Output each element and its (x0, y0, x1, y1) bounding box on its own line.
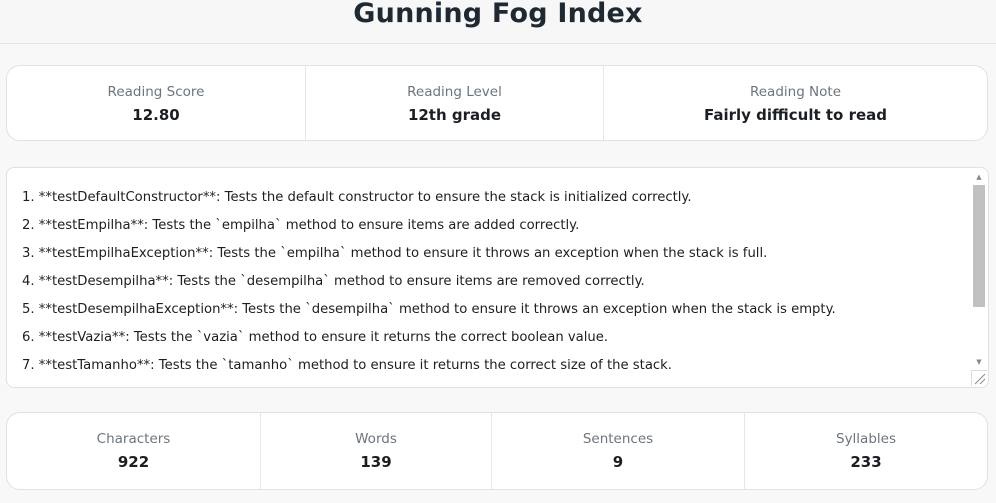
text-stats-card: Characters 922 Words 139 Sentences 9 Syl… (6, 412, 988, 490)
reading-score-cell: Reading Score 12.80 (7, 66, 306, 140)
scroll-down-icon[interactable]: ▼ (971, 355, 987, 369)
scrollbar-thumb[interactable] (973, 185, 985, 307)
vertical-scrollbar[interactable]: ▲ ▼ (971, 169, 987, 371)
text-content[interactable]: 1. **testDefaultConstructor**: Tests the… (22, 184, 972, 380)
text-line: 3. **testEmpilhaException**: Tests the `… (22, 246, 768, 261)
syllables-value: 233 (850, 453, 882, 471)
words-value: 139 (360, 453, 392, 471)
reading-score-label: Reading Score (107, 84, 205, 100)
resize-handle-icon[interactable] (971, 370, 987, 386)
reading-note-label: Reading Note (749, 84, 842, 100)
characters-value: 922 (117, 453, 150, 471)
reading-note-cell: Reading Note Fairly difficult to read (604, 66, 987, 140)
reading-level-label: Reading Level (407, 84, 502, 100)
reading-level-cell: Reading Level 12th grade (306, 66, 604, 140)
characters-cell: Characters 922 (7, 413, 261, 489)
text-input-area[interactable]: 1. **testDefaultConstructor**: Tests the… (6, 167, 989, 388)
syllables-label: Syllables (836, 431, 896, 447)
page-title: Gunning Fog Index (353, 0, 643, 29)
text-line: 6. **testVazia**: Tests the `vazia` meth… (22, 330, 609, 345)
sentences-value: 9 (612, 453, 624, 471)
text-line: 5. **testDesempilhaException**: Tests th… (22, 302, 836, 317)
text-line: 7. **testTamanho**: Tests the `tamanho` … (22, 358, 672, 373)
words-cell: Words 139 (261, 413, 492, 489)
reading-score-value: 12.80 (132, 106, 180, 124)
sentences-cell: Sentences 9 (492, 413, 745, 489)
text-line: 4. **testDesempilha**: Tests the `desemp… (22, 274, 645, 289)
page-header: Gunning Fog Index (0, 0, 996, 44)
characters-label: Characters (96, 431, 171, 447)
reading-level-value: 12th grade (407, 106, 502, 124)
text-line: 1. **testDefaultConstructor**: Tests the… (22, 190, 692, 205)
reading-note-value: Fairly difficult to read (703, 106, 887, 124)
scroll-up-icon[interactable]: ▲ (971, 170, 987, 184)
words-label: Words (355, 431, 397, 447)
syllables-cell: Syllables 233 (745, 413, 987, 489)
sentences-label: Sentences (582, 431, 654, 447)
reading-stats-card: Reading Score 12.80 Reading Level 12th g… (6, 65, 988, 141)
text-line: 2. **testEmpilha**: Tests the `empilha` … (22, 218, 580, 233)
